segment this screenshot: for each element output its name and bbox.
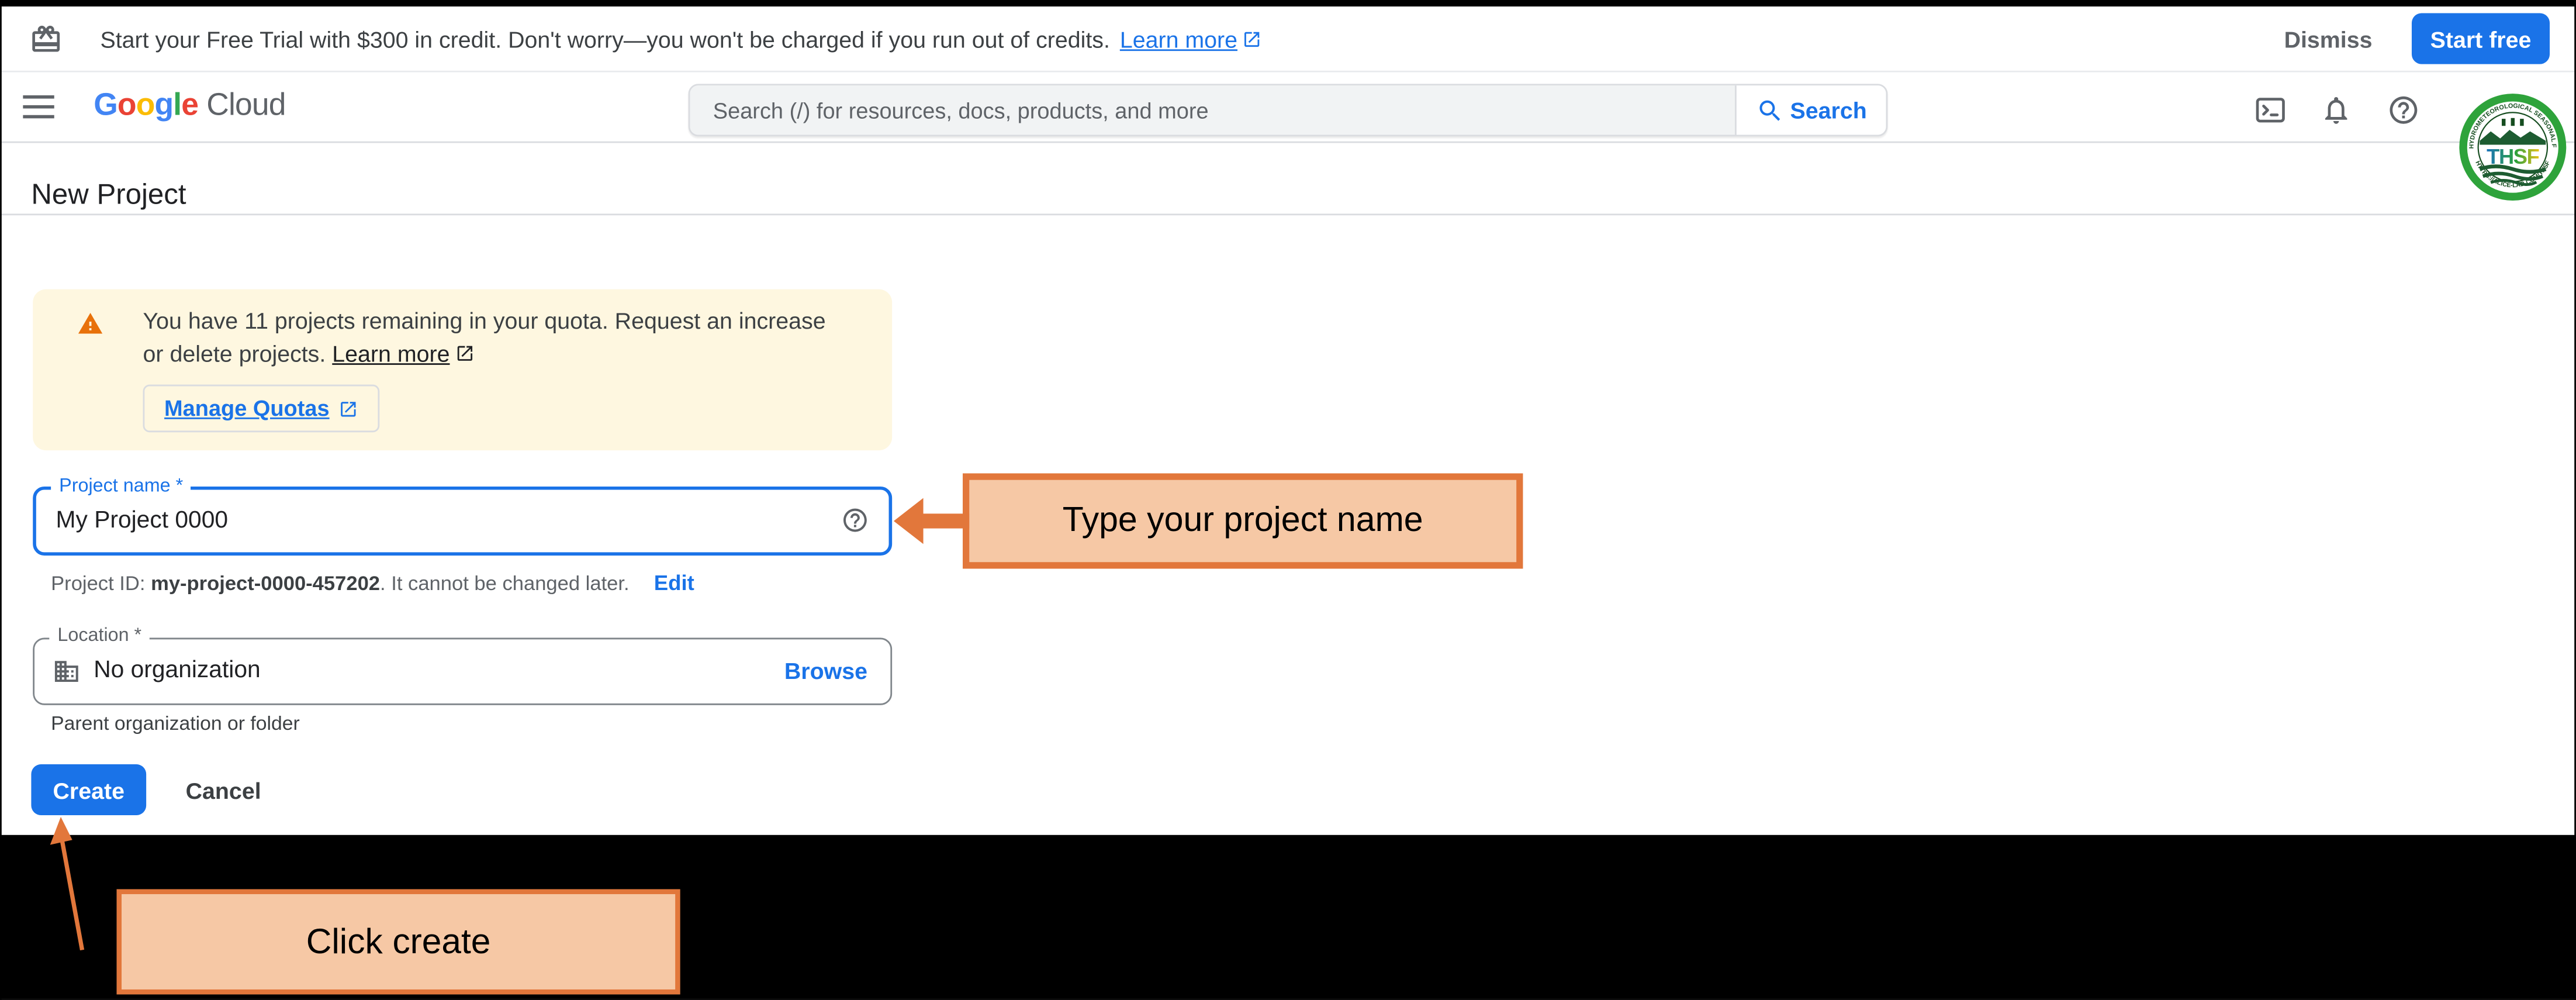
title-row	[0, 144, 2576, 215]
manage-quotas-label: Manage Quotas	[164, 396, 330, 420]
screenshot-frame: Start your Free Trial with $300 in credi…	[0, 0, 2576, 999]
callout-click-create: Click create	[117, 889, 680, 995]
external-link-icon	[455, 343, 475, 363]
start-free-button[interactable]: Start free	[2412, 13, 2550, 64]
field-help-icon[interactable]	[841, 506, 869, 535]
badge-mini-icons	[2502, 119, 2505, 126]
callout-type-project-name-label: Type your project name	[1063, 501, 1423, 540]
warning-icon	[77, 311, 103, 337]
logo-letter: G	[94, 89, 117, 123]
search-button[interactable]: Search	[1735, 85, 1886, 135]
quota-warning-card: You have 11 projects remaining in your q…	[33, 289, 892, 450]
bell-icon	[2320, 94, 2353, 126]
search-bar: Search	[689, 84, 1888, 136]
help-button[interactable]	[2385, 94, 2422, 130]
logo-letter: o	[136, 89, 155, 123]
cloud-shell-button[interactable]	[2252, 94, 2288, 130]
hamburger-menu-button[interactable]	[23, 95, 54, 118]
location-label: Location *	[49, 626, 150, 646]
external-link-icon	[1242, 29, 1262, 49]
logo-letter: o	[117, 89, 136, 123]
location-helper-text: Parent organization or folder	[51, 712, 300, 735]
create-button[interactable]: Create	[31, 764, 146, 815]
search-button-label: Search	[1790, 97, 1867, 123]
project-id-prefix: Project ID:	[51, 572, 151, 595]
quota-learn-more-label: Learn more	[332, 337, 449, 370]
google-cloud-logo: GoogleCloud	[94, 87, 285, 126]
external-link-icon	[338, 399, 358, 419]
quota-warning-text: You have 11 projects remaining in your q…	[143, 304, 826, 370]
logo-cloud-label: Cloud	[206, 89, 285, 123]
project-id-value: my-project-0000-457202	[151, 572, 380, 595]
project-name-input[interactable]	[53, 493, 808, 549]
callout-type-project-name: Type your project name	[963, 473, 1523, 568]
logo-letter: g	[155, 89, 174, 123]
quota-learn-more-link[interactable]: Learn more	[332, 337, 474, 370]
gift-icon	[30, 22, 63, 55]
organization-icon	[53, 657, 81, 685]
top-black-bar	[0, 0, 2576, 6]
quota-warning-line2: or delete projects.	[143, 340, 326, 367]
project-name-field: Project name *	[33, 487, 892, 556]
location-value: No organization	[94, 657, 260, 684]
edit-project-id-button[interactable]: Edit	[654, 570, 694, 595]
notifications-button[interactable]	[2318, 94, 2354, 130]
page-title: New Project	[31, 178, 186, 212]
banner-learn-more-link[interactable]: Learn more	[1120, 26, 1262, 52]
quota-warning-line1: You have 11 projects remaining in your q…	[143, 308, 826, 334]
cancel-button[interactable]: Cancel	[172, 764, 274, 815]
hamburger-icon	[23, 95, 54, 99]
search-icon	[1756, 96, 1784, 124]
banner-learn-more-label: Learn more	[1120, 26, 1237, 52]
location-field: Location * No organization Browse	[33, 638, 892, 705]
browse-button[interactable]: Browse	[784, 657, 867, 684]
free-trial-banner: Start your Free Trial with $300 in credi…	[0, 6, 2576, 72]
search-input[interactable]	[690, 85, 1735, 135]
help-icon	[2387, 94, 2420, 126]
callout-arrow-project-name	[887, 482, 970, 561]
logo-letter: e	[181, 89, 198, 123]
project-id-note: . It cannot be changed later.	[380, 572, 630, 595]
manage-quotas-button[interactable]: Manage Quotas	[143, 385, 379, 433]
banner-message: Start your Free Trial with $300 in credi…	[100, 26, 1110, 52]
account-avatar-thsf-badge[interactable]: THAILAND HYDROMETEOROLOGICAL SEASONAL FO…	[2458, 92, 2568, 202]
callout-click-create-label: Click create	[306, 921, 491, 962]
dismiss-button[interactable]: Dismiss	[2267, 16, 2388, 62]
project-id-line: Project ID: my-project-0000-457202. It c…	[51, 570, 694, 595]
terminal-icon	[2254, 94, 2287, 126]
